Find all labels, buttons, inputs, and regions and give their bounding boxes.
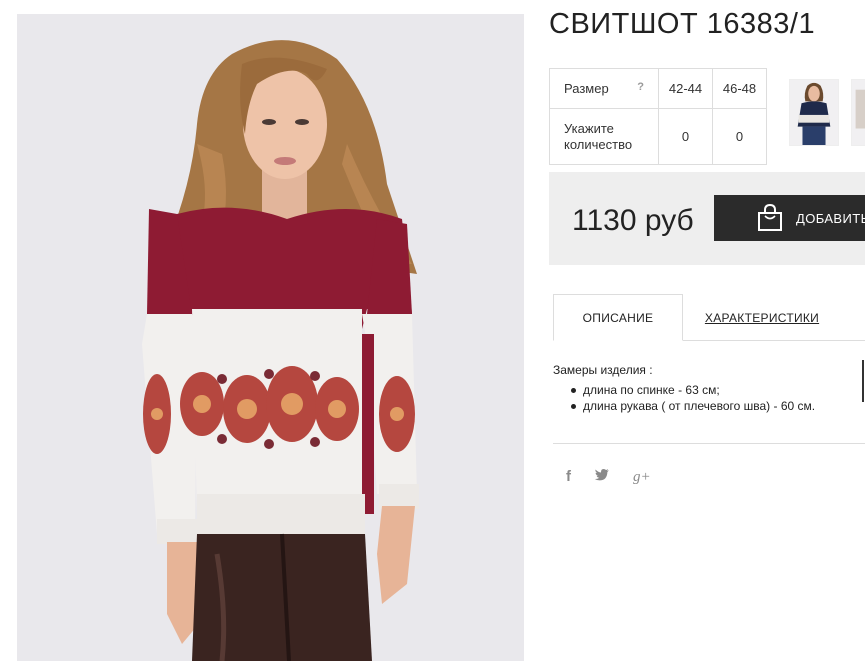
description-panel: Замеры изделия : длина по спинке - 63 см… [553,363,863,414]
quantity-input[interactable]: 0 [658,108,713,165]
twitter-icon[interactable] [594,468,610,487]
section-divider [553,443,865,444]
shopping-bag-icon [758,204,782,231]
product-title: СВИТШОТ 16383/1 [549,8,816,40]
product-tabs: ОПИСАНИЕ ХАРАКТЕРИСТИКИ [553,294,865,341]
size-option: 42-44 [658,68,713,109]
list-item: длина рукава ( от плечевого шва) - 60 см… [553,398,863,414]
product-thumbnail[interactable] [789,79,839,146]
quantity-label: Укажите количество [549,108,659,165]
facebook-icon[interactable]: f [566,468,571,487]
google-plus-icon[interactable]: g+ [633,468,651,487]
product-photo-illustration [17,14,524,661]
list-item: длина по спинке - 63 см; [553,382,863,398]
size-option: 46-48 [712,68,767,109]
quantity-input[interactable]: 0 [712,108,767,165]
social-share: f g+ [566,468,651,487]
thumbnail-illustration [790,80,838,145]
measurements-list: длина по спинке - 63 см; длина рукава ( … [553,382,863,414]
main-product-image[interactable] [17,14,524,661]
thumbnail-illustration [852,80,865,145]
scroll-indicator[interactable] [862,360,864,402]
add-to-cart-button[interactable]: ДОБАВИТЬ [714,195,865,241]
product-price: 1130 руб [572,204,694,237]
size-label-cell: Размер ? [549,68,659,109]
size-help-icon[interactable]: ? [637,81,644,93]
description-intro: Замеры изделия : [553,363,653,377]
twitter-bird-glyph [594,469,609,481]
size-label: Размер [564,81,609,96]
product-thumbnail[interactable] [851,79,865,146]
tab-characteristics[interactable]: ХАРАКТЕРИСТИКИ [693,294,831,341]
add-to-cart-label: ДОБАВИТЬ [796,210,865,226]
size-quantity-table: Размер ? 42-44 46-48 Укажите количество … [549,68,767,165]
tab-description[interactable]: ОПИСАНИЕ [553,294,683,341]
price-box: 1130 руб ДОБАВИТЬ [549,172,865,265]
